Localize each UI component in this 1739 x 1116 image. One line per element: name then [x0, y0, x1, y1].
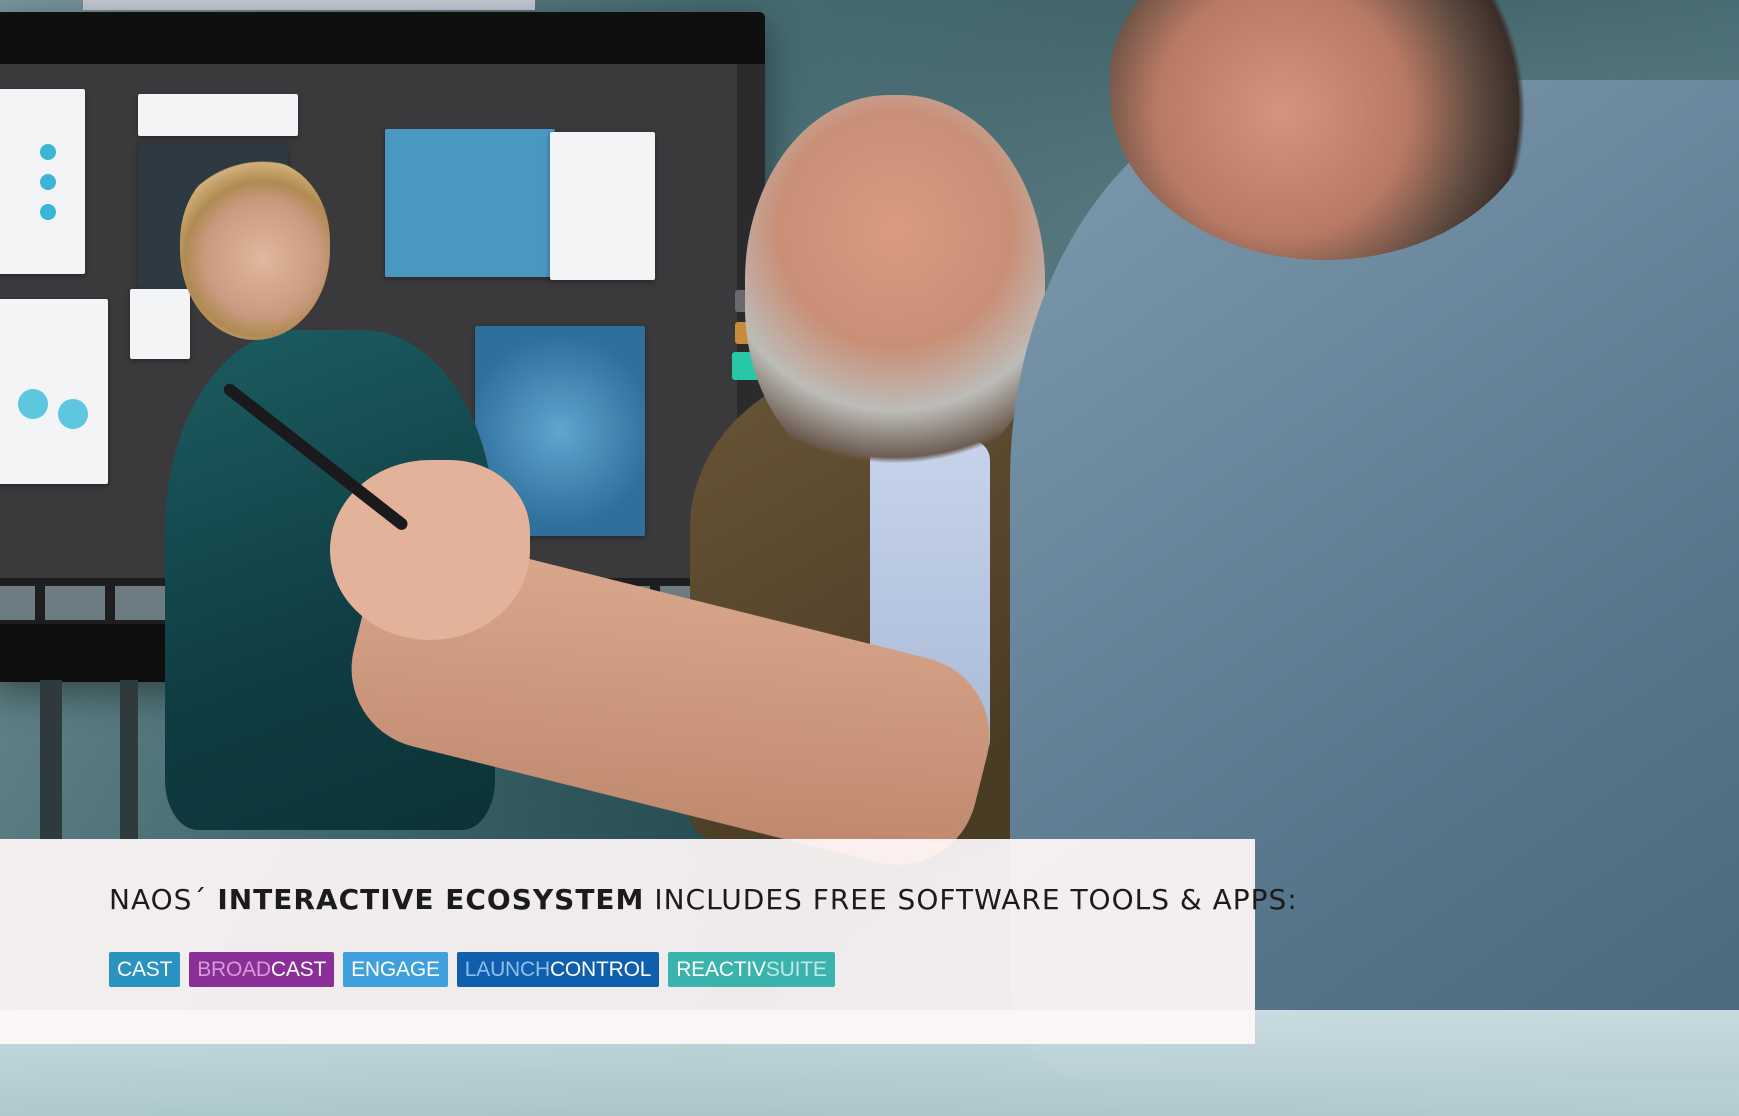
headline-emphasis: INTERACTIVE ECOSYSTEM [217, 883, 645, 916]
info-banner [0, 839, 1255, 1044]
reactiv-suite-badge[interactable]: REACTIV SUITE [668, 952, 835, 987]
headline-suffix: INCLUDES FREE SOFTWARE TOOLS & APPS: [644, 883, 1298, 916]
launch-control-badge[interactable]: LAUNCH CONTROL [456, 952, 660, 987]
headline-prefix: NAOS´ [109, 883, 218, 916]
broadcast-badge[interactable]: BROAD CAST [189, 952, 335, 987]
engage-badge[interactable]: ENGAGE [343, 952, 448, 987]
top-strip [83, 0, 535, 10]
headline: NAOS´ INTERACTIVE ECOSYSTEM INCLUDES FRE… [109, 883, 1298, 916]
app-badges: CAST BROAD CAST ENGAGE LAUNCH CONTROL REA… [109, 952, 835, 987]
cast-badge[interactable]: CAST [109, 952, 181, 987]
